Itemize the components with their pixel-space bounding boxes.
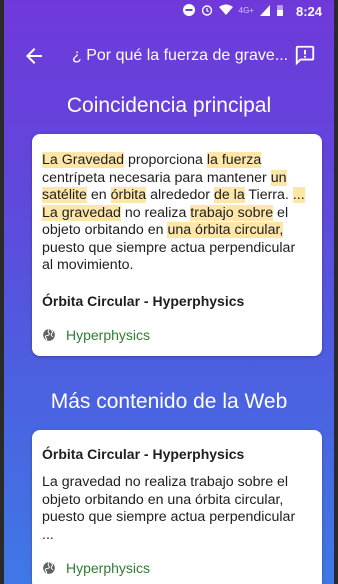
highlighted-term: una órbita circular, (167, 222, 284, 238)
highlighted-term: ... (292, 187, 305, 203)
status-bar: 4G+ 8:24 (4, 0, 334, 24)
network-type-label: 4G+ (238, 5, 254, 15)
web-result-snippet: La gravedad no realiza trabajo sobre el … (42, 474, 296, 543)
top-match-heading: Coincidencia principal (66, 94, 272, 117)
highlighted-term: órbita (110, 187, 147, 203)
screen: 4G+ 8:24 ¿ Por qué la fuerza de grave...… (4, 0, 334, 584)
highlighted-term: La gravedad (42, 204, 121, 221)
snippet-text: no realiza (120, 204, 191, 221)
globe-icon (43, 561, 55, 574)
wifi-icon (218, 4, 233, 15)
clock: 8:24 (295, 4, 322, 19)
web-result-card[interactable]: Órbita Circular - Hyperphysics La graved… (32, 430, 322, 584)
highlighted-term: un (270, 169, 287, 186)
highlighted-term: trabajo sobre (190, 204, 274, 221)
app-bar: ¿ Por qué la fuerza de grave... (4, 40, 334, 76)
top-match-snippet: La Gravedad proporciona la fuerza centrí… (42, 152, 308, 275)
globe-icon (43, 328, 55, 341)
web-result-source-link[interactable]: Hyperphysics (42, 560, 308, 576)
snippet-text: centrípeta necesaria para mantener (42, 169, 271, 186)
highlighted-term: la fuerza (206, 152, 262, 168)
snippet-text: en (86, 187, 111, 203)
top-match-source-title[interactable]: Órbita Circular - Hyperphysics (42, 293, 308, 309)
snippet-text: puesto que siempre actua perpendicular a… (42, 239, 296, 274)
snippet-text: alrededor (146, 187, 214, 203)
feedback-icon[interactable] (294, 44, 316, 66)
snippet-text: Tierra. (244, 187, 293, 203)
top-match-source-link[interactable]: Hyperphysics (42, 327, 308, 343)
top-match-card[interactable]: La Gravedad proporciona la fuerza centrí… (32, 134, 322, 356)
page-title: ¿ Por qué la fuerza de grave... (72, 47, 289, 64)
battery-icon (277, 5, 283, 16)
more-content-heading: Más contenido de la Web (50, 390, 288, 413)
snippet-text: proporciona (124, 152, 207, 168)
status-icons: 4G+ (182, 4, 284, 16)
web-result-source-name: Hyperphysics (66, 560, 151, 576)
signal-icon (260, 4, 270, 16)
web-result-source-title[interactable]: Órbita Circular - Hyperphysics (42, 446, 308, 462)
arrow-left-icon[interactable] (22, 44, 46, 68)
highlighted-term: de la (213, 187, 245, 203)
top-match-source-name: Hyperphysics (66, 326, 151, 343)
highlighted-term: La Gravedad (42, 152, 125, 168)
highlighted-term: satélite (42, 187, 87, 203)
alarm-icon (201, 5, 212, 16)
do-not-disturb-icon (182, 4, 195, 16)
